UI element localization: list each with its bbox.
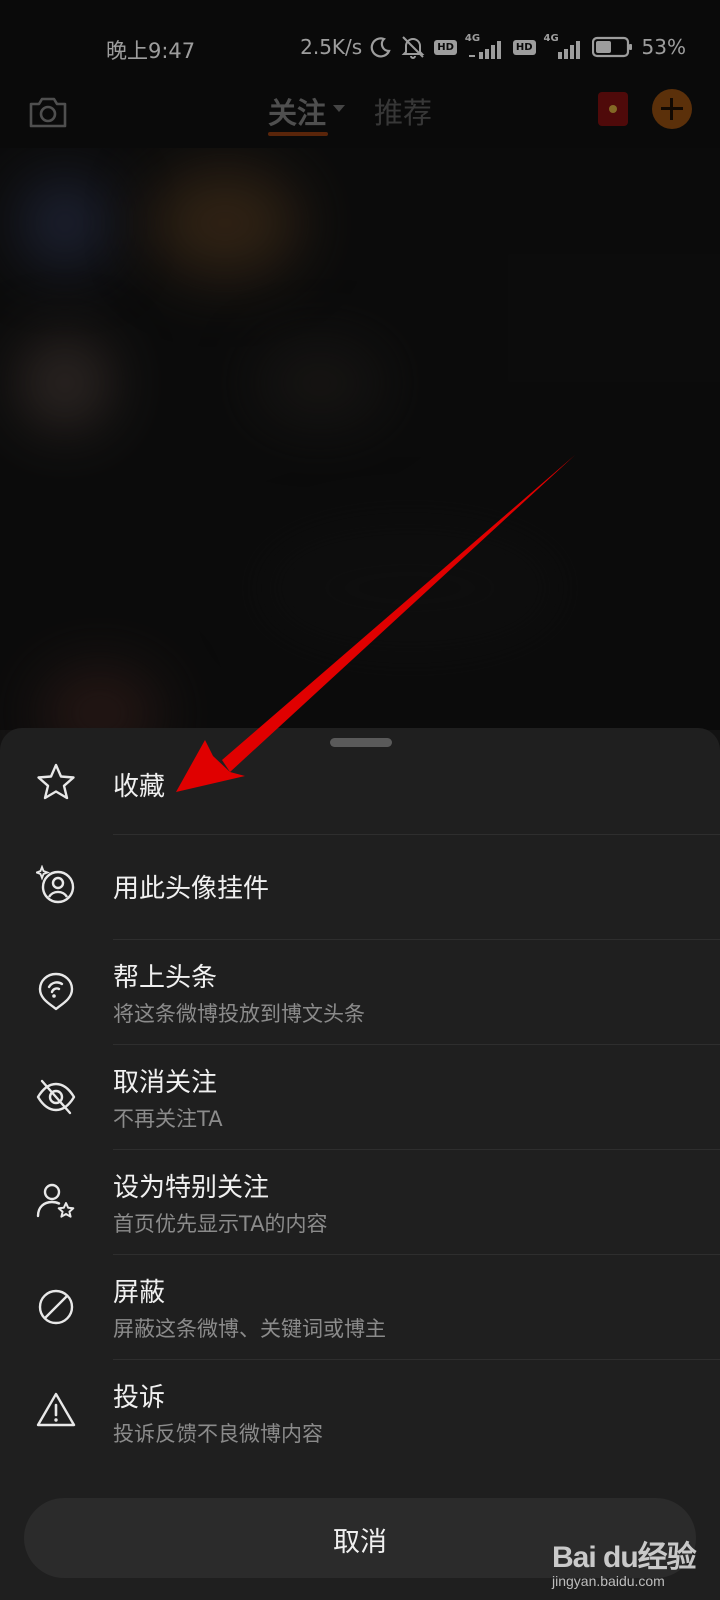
menu-item-unfollow[interactable]: 取消关注 不再关注TA (0, 1045, 720, 1150)
menu-item-title: 屏蔽 (113, 1278, 166, 1308)
baidu-jingyan-watermark: Bai du经验 jingyan.baidu.com (552, 1518, 712, 1596)
menu-item-subtitle: 不再关注TA (113, 1107, 223, 1131)
menu-item-subtitle: 投诉反馈不良微博内容 (113, 1422, 323, 1446)
menu-item-title: 设为特别关注 (113, 1173, 270, 1203)
dim-overlay[interactable] (0, 0, 720, 730)
avatar-pendant-icon (36, 865, 75, 904)
menu-item-title: 用此头像挂件 (113, 874, 270, 904)
star-icon (37, 763, 75, 800)
menu-item-special-follow[interactable]: 设为特别关注 首页优先显示TA的内容 (0, 1150, 720, 1255)
screen: 晚上9:47 2.5K/s HD 4G HD 4G 53% 关注 推荐 收藏 用… (0, 0, 720, 1600)
headline-icon (38, 972, 74, 1011)
watermark-url: jingyan.baidu.com (552, 1573, 665, 1589)
menu-item-avatar-pendant[interactable]: 用此头像挂件 (0, 835, 720, 940)
menu-item-title: 投诉 (113, 1383, 166, 1413)
menu-item-subtitle: 首页优先显示TA的内容 (113, 1212, 328, 1236)
block-icon (38, 1289, 74, 1325)
menu-item-title: 收藏 (113, 772, 166, 802)
user-star-icon (36, 1183, 75, 1218)
menu-item-subtitle: 将这条微博投放到博文头条 (113, 1002, 365, 1026)
menu-item-title: 取消关注 (113, 1068, 218, 1098)
menu-item-subtitle: 屏蔽这条微博、关键词或博主 (113, 1317, 386, 1341)
menu-item-block[interactable]: 屏蔽 屏蔽这条微博、关键词或博主 (0, 1255, 720, 1360)
menu-item-favorite[interactable]: 收藏 (0, 730, 720, 835)
eye-off-icon (36, 1079, 76, 1115)
menu-item-report[interactable]: 投诉 投诉反馈不良微博内容 (0, 1360, 720, 1465)
watermark-brand: Bai du经验 (552, 1541, 697, 1574)
action-sheet: 收藏 用此头像挂件 帮上头条 将这条微博投放到博文头条 取消关注 不再关注TA … (0, 728, 720, 1600)
menu-item-title: 帮上头条 (113, 963, 218, 993)
menu-item-headline[interactable]: 帮上头条 将这条微博投放到博文头条 (0, 940, 720, 1045)
warning-icon (36, 1392, 76, 1427)
